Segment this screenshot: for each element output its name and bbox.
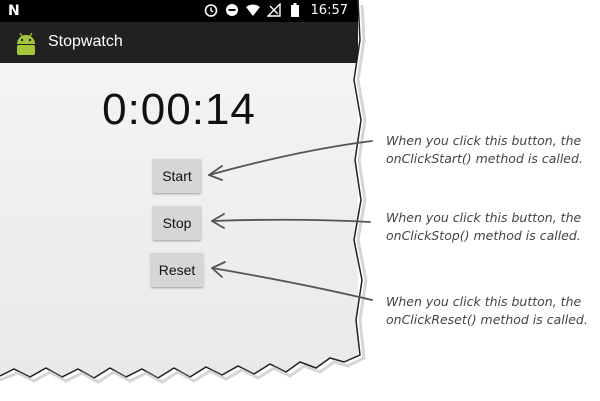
status-time: 16:57: [310, 2, 348, 18]
annotation-reset: When you click this button, the onClickR…: [386, 293, 600, 329]
annotation-stop-line1: When you click this button, the: [386, 210, 582, 225]
annotation-start-line2: onClickStart() method is called.: [386, 151, 583, 166]
app-title: Stopwatch: [48, 33, 123, 50]
phone-screenshot: N 16:57 Stopwatch 0:00:14 Start Stop Res…: [0, 0, 600, 401]
annotation-reset-line1: When you click this button, the: [386, 294, 582, 309]
stopwatch-time: 0:00:14: [102, 85, 256, 134]
android-icon: [13, 30, 39, 56]
status-icons: 16:57: [204, 2, 348, 18]
annotation-reset-line2: onClickReset() method is called.: [386, 312, 588, 327]
annotation-stop: When you click this button, the onClickS…: [386, 209, 600, 245]
annotation-start-line1: When you click this button, the: [386, 133, 582, 148]
no-signal-icon: [266, 2, 281, 18]
alarm-icon: [204, 2, 218, 18]
start-button[interactable]: Start: [153, 159, 201, 193]
stop-button[interactable]: Stop: [153, 206, 201, 240]
n-notification-icon: N: [8, 3, 20, 19]
do-not-disturb-icon: [225, 2, 239, 18]
stopwatch-content: 0:00:14 Start Stop Reset: [0, 63, 358, 401]
app-bar: Stopwatch: [0, 22, 358, 63]
wifi-icon: [245, 2, 260, 18]
battery-icon: [288, 2, 302, 18]
reset-button[interactable]: Reset: [151, 253, 203, 287]
annotation-start: When you click this button, the onClickS…: [386, 132, 600, 168]
annotation-stop-line2: onClickStop() method is called.: [386, 228, 581, 243]
status-bar: N 16:57: [0, 0, 358, 22]
